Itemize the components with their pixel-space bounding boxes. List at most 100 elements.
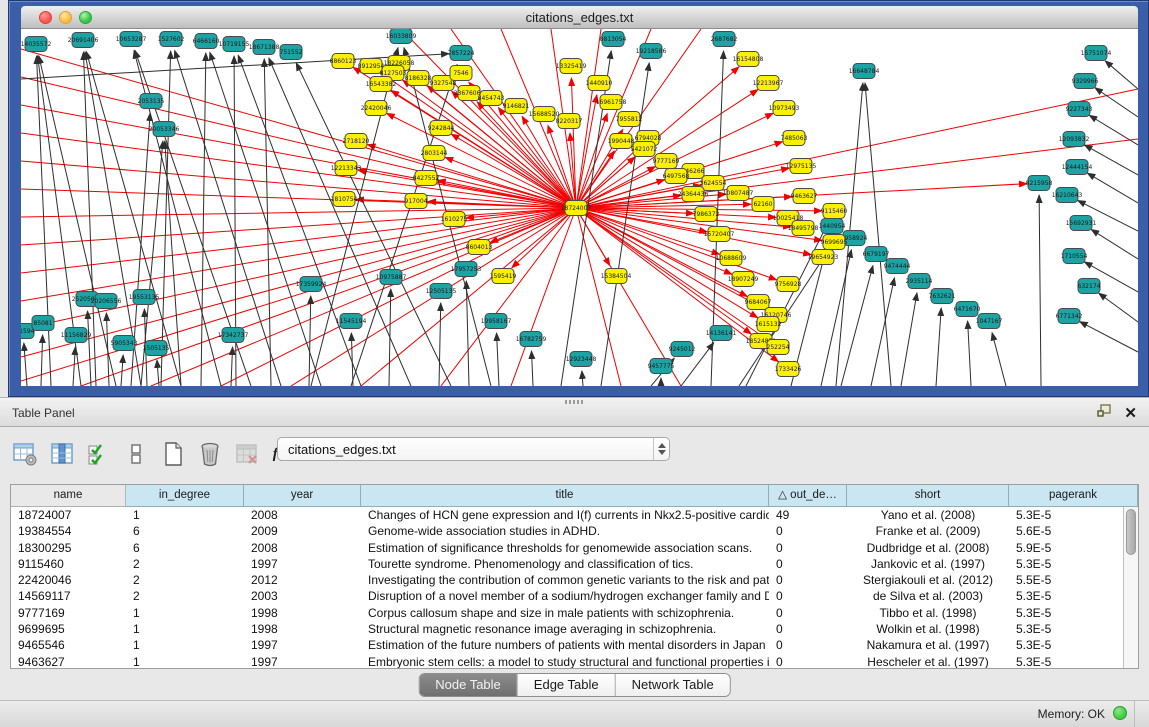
graph-node-label: 18671388	[249, 44, 280, 51]
graph-edge	[1105, 61, 1138, 89]
graph-node-label: 10973493	[769, 105, 800, 112]
memory-status-label: Memory: OK	[1038, 707, 1105, 721]
table-row[interactable]: 911546021997Tourette syndrome. Phenomeno…	[11, 556, 1123, 572]
table-row[interactable]: 1938455462009Genome-wide association stu…	[11, 523, 1123, 539]
table-cell: Hescheler et al. (1997)	[847, 654, 1009, 669]
table-cell: 0	[769, 621, 847, 637]
table-settings-icon[interactable]	[10, 438, 40, 470]
memory-ok-indicator-icon	[1113, 706, 1127, 720]
graph-node-label: 15692931	[1066, 220, 1097, 227]
table-cell: 1	[126, 605, 244, 621]
delete-column-icon[interactable]	[195, 438, 225, 470]
graph-node-label: 6771342	[1056, 313, 1083, 320]
table-cell: 5.3E-5	[1009, 621, 1123, 637]
citation-network-graph[interactable]: 1403557220691406106532871527602646616010…	[21, 29, 1138, 386]
graph-node-label: 917004	[405, 198, 428, 205]
graph-edge	[157, 360, 159, 386]
table-row[interactable]: 2242004622012Investigating the contribut…	[11, 572, 1123, 588]
graph-node-label: 1810754	[331, 196, 358, 203]
graph-node-label: 17359924	[296, 281, 327, 288]
graph-node-label: 1615132	[755, 321, 782, 328]
graph-edge	[1095, 88, 1138, 117]
tab-node-table[interactable]: Node Table	[419, 674, 518, 696]
combo-stepper-icon[interactable]	[653, 438, 669, 460]
table-row[interactable]: 1456911722003Disruption of a novel membe…	[11, 588, 1123, 604]
table-cell: de Silva et al. (2003)	[847, 588, 1009, 604]
splitter-handle[interactable]	[565, 400, 583, 404]
table-cell: 19384554	[11, 523, 126, 539]
graph-edge	[439, 303, 441, 386]
table-cell: Embryonic stem cells: a model to study s…	[361, 654, 769, 669]
graph-node-label: 18724007	[561, 205, 592, 212]
table-row[interactable]: 946362711997Embryonic stem cells: a mode…	[11, 654, 1123, 669]
graph-node-label: 85081	[33, 320, 52, 327]
table-cell: Disruption of a novel member of a sodium…	[361, 588, 769, 604]
table-row[interactable]: 1872400712008Changes of HCN gene express…	[11, 507, 1123, 523]
graph-node-label: 2053135	[138, 98, 165, 105]
table-toolbar: f(x)	[10, 433, 299, 475]
table-cell: Tibbo et al. (1998)	[847, 605, 1009, 621]
table-cell: 5.3E-5	[1009, 556, 1123, 572]
new-column-icon[interactable]	[158, 438, 188, 470]
graph-node-label: 632174	[1078, 283, 1101, 290]
graph-node-label: 11545194	[336, 318, 367, 325]
column-select-icon[interactable]	[47, 438, 77, 470]
table-cell: 9115460	[11, 556, 126, 572]
cells-icon[interactable]	[121, 438, 151, 470]
table-cell: Yano et al. (2008)	[847, 507, 1009, 523]
table-scrollbar[interactable]	[1123, 507, 1138, 668]
graph-node-label: 8912954	[358, 63, 385, 70]
graph-node-label: 19958167	[481, 318, 512, 325]
close-panel-icon[interactable]: ✕	[1124, 406, 1137, 422]
column-header-6[interactable]: pagerank	[1009, 485, 1138, 507]
network-window: citations_edges.txt 14035572206914061065…	[8, 0, 1149, 397]
column-header-1[interactable]: in_degree	[126, 485, 244, 507]
column-header-3[interactable]: title	[361, 485, 769, 507]
graph-node-label: 10975887	[376, 274, 407, 281]
column-header-0[interactable]: name	[11, 485, 126, 507]
table-cell: 1	[126, 621, 244, 637]
graph-node-label: 8186328	[405, 75, 432, 82]
graph-node-label: 15384504	[601, 273, 632, 280]
graph-node-label: 1440910	[586, 80, 613, 87]
network-view-canvas[interactable]: 1403557220691406106532871527602646616010…	[21, 29, 1138, 386]
table-cell: 5.6E-5	[1009, 523, 1123, 539]
column-checklist-icon[interactable]	[84, 438, 114, 470]
graph-node-label: 9146821	[503, 103, 530, 110]
graph-node-label: 2803144	[421, 150, 448, 157]
column-header-5[interactable]: short	[847, 485, 1009, 507]
graph-node-label: 5421072	[631, 146, 658, 153]
scrollbar-thumb[interactable]	[1126, 509, 1136, 555]
graph-node-label: 1047167	[976, 318, 1003, 325]
graph-node-label: 12505135	[426, 288, 457, 295]
float-panel-icon[interactable]	[1097, 404, 1112, 423]
graph-node-label: 9245012	[669, 346, 696, 353]
graph-node-label: 9777169	[653, 158, 680, 165]
table-selector-combo[interactable]: citations_edges.txt	[277, 437, 670, 461]
table-cell: 9699695	[11, 621, 126, 637]
table-cell: Changes of HCN gene expression and I(f) …	[361, 507, 769, 523]
table-row[interactable]: 1830029562008Estimation of significance …	[11, 540, 1123, 556]
graph-node-label: 17957253	[451, 266, 482, 273]
table-cell: 9465546	[11, 637, 126, 653]
column-header-4[interactable]: △ out_de…	[769, 485, 847, 507]
graph-node-label: 18907249	[728, 276, 759, 283]
table-row[interactable]: 969969511998Structural magnetic resonanc…	[11, 621, 1123, 637]
status-bar: Memory: OK	[0, 700, 1149, 727]
graph-node-label: 10719155	[219, 41, 250, 48]
tab-edge-table[interactable]: Edge Table	[518, 674, 616, 696]
column-header-2[interactable]: year	[244, 485, 361, 507]
graph-node-label: 16648784	[849, 68, 880, 75]
graph-node-label: 12923448	[566, 356, 597, 363]
graph-node-label: 7632621	[929, 293, 956, 300]
table-cell: Estimation of significance thresholds fo…	[361, 540, 769, 556]
tab-network-table[interactable]: Network Table	[616, 674, 730, 696]
graph-node-label: 15751074	[1081, 50, 1112, 57]
table-row[interactable]: 977716911998Corpus callosum shape and si…	[11, 605, 1123, 621]
table-row[interactable]: 946554611997Estimation of the future num…	[11, 637, 1123, 653]
graph-node-label: 1990448	[608, 138, 635, 145]
graph-node-label: 10653287	[116, 36, 147, 43]
node-table: namein_degreeyeartitle△ out_de…shortpage…	[10, 484, 1139, 669]
graph-edge	[901, 293, 917, 386]
window-titlebar[interactable]: citations_edges.txt	[21, 6, 1138, 29]
